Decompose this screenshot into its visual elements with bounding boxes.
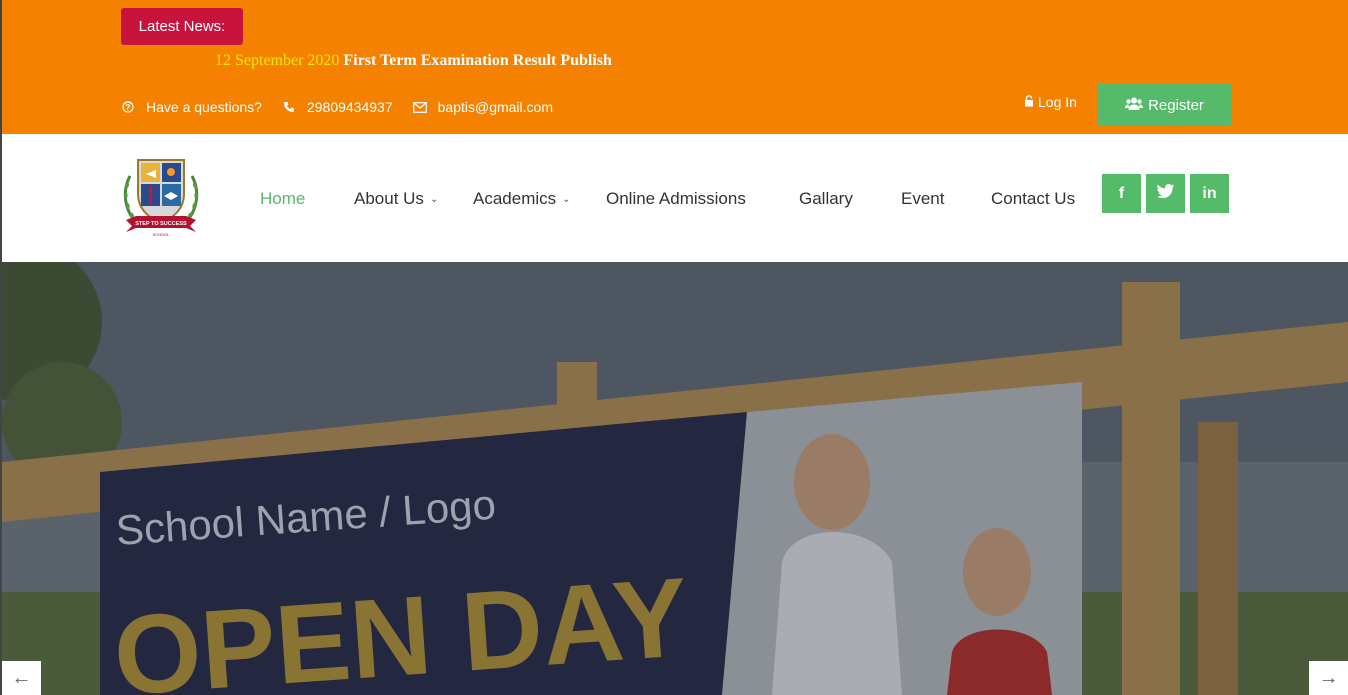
nav-home[interactable]: Home (260, 189, 305, 209)
school-logo[interactable]: STEP TO SUCCESS SCHOOL (120, 156, 202, 240)
users-icon (1125, 97, 1144, 114)
nav-event[interactable]: Event (901, 189, 944, 209)
linkedin-icon: in (1202, 184, 1217, 202)
lock-icon (1024, 94, 1034, 110)
nav-gallary[interactable]: Gallary (799, 189, 853, 209)
logo-sub-text: SCHOOL (153, 232, 171, 237)
nav-academics-label: Academics (473, 189, 557, 208)
nav-about-us-label: About Us (354, 189, 424, 208)
latest-news-badge: Latest News: (121, 8, 243, 45)
main-navbar: STEP TO SUCCESS SCHOOL Home About Us ⌄ Ac… (2, 134, 1348, 262)
news-date: 12 September 2020 (215, 52, 340, 69)
news-ticker[interactable]: 12 September 2020 First Term Examination… (215, 52, 612, 70)
nav-home-label: Home (260, 189, 306, 208)
phone-number[interactable]: 29809434937 (307, 99, 393, 115)
phone-icon (282, 100, 296, 114)
twitter-icon (1157, 184, 1174, 203)
arrow-right-icon: → (1318, 666, 1339, 689)
login-link[interactable]: Log In (1024, 94, 1077, 110)
nav-online-admissions[interactable]: Online Admissions (606, 189, 746, 209)
facebook-icon: f (1118, 184, 1125, 202)
hero-image: School Name / Logo OPEN DAY (2, 262, 1348, 695)
nav-online-admissions-label: Online Admissions (606, 189, 746, 208)
facebook-button[interactable]: f (1102, 174, 1141, 213)
news-headline[interactable]: First Term Examination Result Publish (343, 52, 611, 69)
chevron-down-icon: ⌄ (562, 193, 571, 205)
email-item: baptis@gmail.com (412, 99, 553, 115)
twitter-button[interactable] (1146, 174, 1185, 213)
login-label: Log In (1038, 94, 1077, 110)
slider-next-button[interactable]: → (1309, 661, 1348, 695)
slider-prev-button[interactable]: ← (2, 661, 41, 695)
logo-banner-text: STEP TO SUCCESS (135, 221, 187, 227)
nav-contact-us[interactable]: Contact Us (991, 189, 1075, 209)
register-label: Register (1148, 96, 1204, 114)
email-address[interactable]: baptis@gmail.com (438, 99, 553, 115)
register-button[interactable]: Register (1098, 84, 1231, 126)
linkedin-button[interactable]: in (1190, 174, 1229, 213)
envelope-icon (412, 100, 427, 114)
nav-gallary-label: Gallary (799, 189, 853, 208)
nav-academics[interactable]: Academics ⌄ (473, 189, 571, 209)
chevron-down-icon: ⌄ (429, 193, 439, 205)
top-bar: Latest News: 12 September 2020 First Ter… (2, 0, 1348, 134)
phone-item: 29809434937 (282, 99, 393, 115)
question-text: Have a questions? (146, 99, 262, 115)
question-circle-icon: ? (121, 100, 135, 114)
nav-about-us[interactable]: About Us ⌄ (354, 189, 438, 209)
contact-info: ? Have a questions? 29809434937 baptis@g… (121, 96, 573, 118)
question-item: ? Have a questions? (121, 99, 262, 115)
svg-text:?: ? (126, 103, 131, 112)
arrow-left-icon: ← (11, 666, 32, 689)
hero-slider: School Name / Logo OPEN DAY (2, 262, 1348, 695)
nav-contact-us-label: Contact Us (991, 189, 1076, 208)
nav-event-label: Event (901, 189, 945, 208)
